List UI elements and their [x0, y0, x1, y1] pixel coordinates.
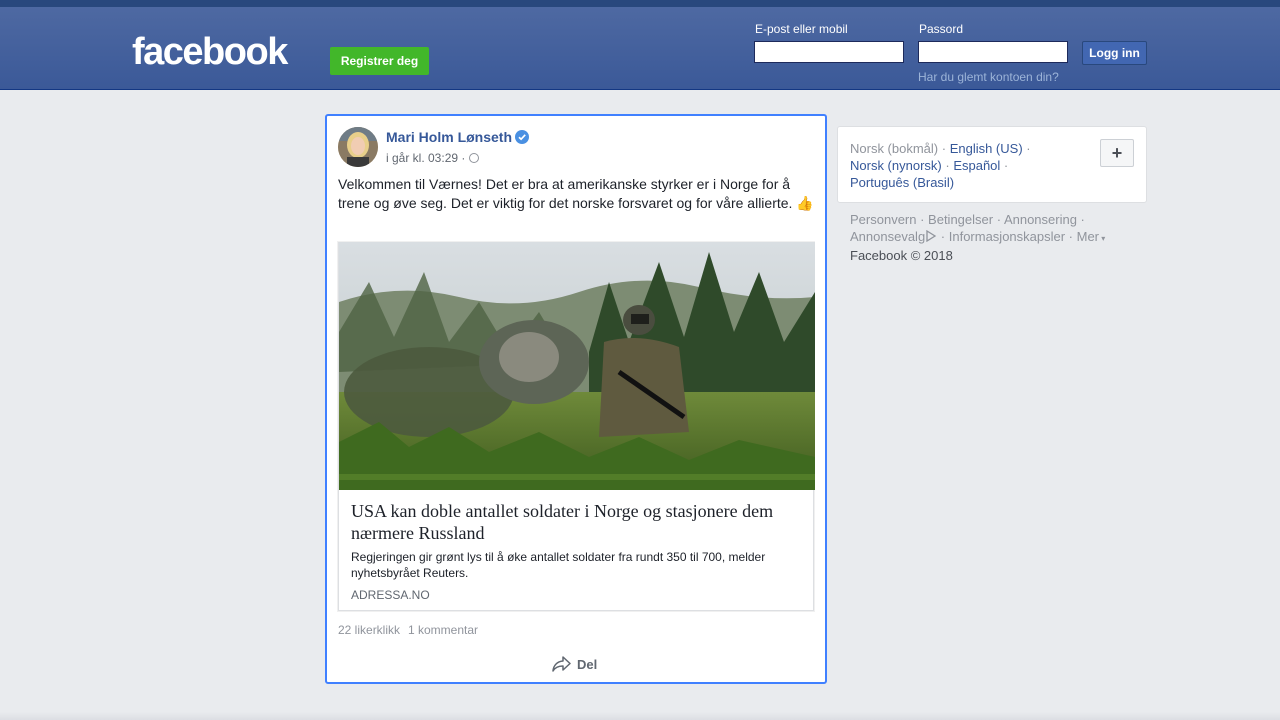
email-input[interactable] — [754, 41, 904, 63]
language-selector: Norsk (bokmål) · English (US) · Norsk (n… — [837, 126, 1147, 203]
forgot-account-link[interactable]: Har du glemt kontoen din? — [918, 70, 1059, 84]
register-button[interactable]: Registrer deg — [330, 47, 429, 75]
footer-link-advertising[interactable]: Annonsering — [1004, 212, 1077, 227]
language-norsk-nynorsk[interactable]: Norsk (nynorsk) — [850, 158, 942, 173]
link-domain: ADRESSA.NO — [351, 588, 430, 602]
share-button[interactable]: Del — [552, 653, 597, 675]
link-title[interactable]: USA kan doble antallet soldater i Norge … — [351, 500, 801, 544]
post-author[interactable]: Mari Holm Lønseth — [386, 129, 512, 145]
thumbs-up-emoji-icon: 👍 — [796, 195, 814, 211]
avatar[interactable] — [338, 127, 378, 167]
login-button[interactable]: Logg inn — [1082, 41, 1147, 65]
language-english-us[interactable]: English (US) — [950, 141, 1023, 156]
link-description: Regjeringen gir grønt lys til å øke anta… — [351, 550, 766, 580]
facebook-logo[interactable]: facebook — [132, 31, 288, 74]
language-list: Norsk (bokmål) · English (US) · Norsk (n… — [850, 141, 1031, 190]
password-label: Passord — [919, 22, 964, 36]
comments-count[interactable]: 1 kommentar — [408, 623, 478, 637]
top-header: facebook Registrer deg E-post eller mobi… — [0, 7, 1280, 90]
add-language-button[interactable]: + — [1100, 139, 1134, 167]
footer-link-more[interactable]: Mer — [1077, 229, 1099, 244]
password-input[interactable] — [918, 41, 1068, 63]
footer-link-terms[interactable]: Betingelser — [928, 212, 993, 227]
share-arrow-icon — [552, 656, 571, 672]
footer-link-cookies[interactable]: Informasjonskapsler — [949, 229, 1065, 244]
avatar-image — [338, 127, 378, 167]
post-text: Velkommen til Værnes! Det er bra at amer… — [338, 175, 818, 213]
top-strip — [0, 0, 1280, 7]
post-card: Mari Holm Lønseth i går kl. 03:29 · Velk… — [325, 114, 827, 684]
post-timestamp[interactable]: i går kl. 03:29 · — [386, 151, 465, 165]
ad-choices-icon — [926, 229, 937, 243]
globe-icon — [469, 153, 479, 163]
language-espanol[interactable]: Español — [953, 158, 1000, 173]
share-label: Del — [577, 656, 598, 672]
language-portugues-brasil[interactable]: Português (Brasil) — [850, 175, 954, 190]
footer-links: Personvern · Betingelser · Annonsering ·… — [850, 212, 1106, 263]
email-label: E-post eller mobil — [755, 22, 848, 36]
footer-link-ad-choices[interactable]: Annonsevalg — [850, 229, 925, 244]
current-language: Norsk (bokmål) — [850, 141, 939, 156]
footer-link-privacy[interactable]: Personvern — [850, 212, 916, 227]
bottom-shade — [0, 712, 1280, 720]
link-preview-image[interactable] — [339, 242, 815, 490]
likes-count[interactable]: 22 likerklikk — [338, 623, 400, 637]
link-preview[interactable]: USA kan doble antallet soldater i Norge … — [338, 242, 815, 611]
copyright: Facebook © 2018 — [850, 248, 953, 263]
post-body: Velkommen til Værnes! Det er bra at amer… — [338, 176, 793, 211]
verified-badge-icon — [515, 130, 529, 144]
chevron-down-icon: ▾ — [1099, 234, 1106, 243]
